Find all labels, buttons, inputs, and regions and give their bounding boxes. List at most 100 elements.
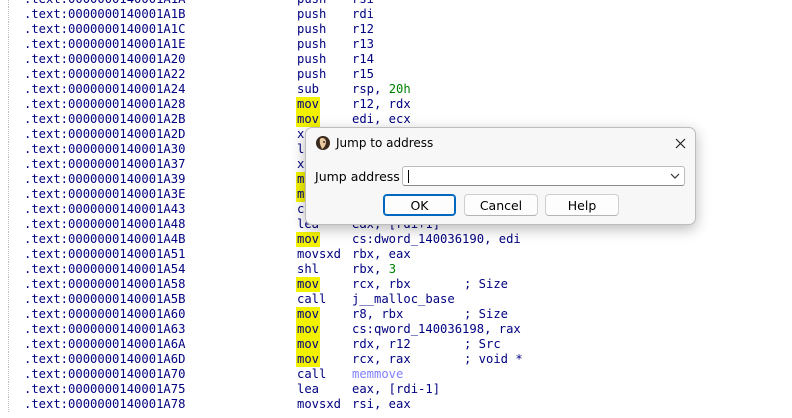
line-operands[interactable]: eax, [rdi-1] [352,382,440,397]
code-line[interactable]: .text:000000014000​1A58 mov rcx, rbx ; Size [0,277,792,292]
operand-number[interactable]: 3 [389,262,396,276]
operand-text[interactable]: r14 [352,52,374,66]
line-mnemonic[interactable]: push [296,52,327,67]
line-mnemonic[interactable]: mov [296,307,321,322]
operand-text[interactable]: rsi, eax [352,397,411,411]
code-line[interactable]: .text:000000014000​1A4B mov cs:dword_14003… [0,232,792,247]
code-line[interactable]: .text:000000014000​1A54 shl rbx, 3 [0,262,792,277]
operand-text[interactable]: r12, rdx [352,97,411,111]
line-mnemonic[interactable]: call [296,367,327,382]
line-address[interactable]: .text:000000014000​1A75 [24,382,185,397]
line-operands[interactable]: r13 [352,37,374,52]
operand-text[interactable]: cs:dword_140036190, edi [352,232,521,246]
operand-text[interactable]: r15 [352,67,374,81]
line-address[interactable]: .text:000000014000​1A43 [24,202,185,217]
line-mnemonic[interactable]: mov [296,352,321,367]
line-mnemonic[interactable]: push [296,37,327,52]
line-operands[interactable]: rsp, 20h [352,82,411,97]
line-address[interactable]: .text:000000014000​1A22 [24,67,185,82]
line-address[interactable]: .text:000000014000​1A30 [24,142,185,157]
line-operands[interactable]: cs:qword_140036198, rax [352,322,521,337]
line-operands[interactable]: rbx, 3 [352,262,396,277]
line-mnemonic[interactable]: push [296,67,327,82]
line-operands[interactable]: j__malloc_base [352,292,455,307]
line-mnemonic[interactable]: mov [296,277,321,292]
code-line[interactable]: .text:000000014000​1A2B mov edi, ecx [0,112,792,127]
operand-text[interactable]: rbx, [352,262,389,276]
chevron-down-icon[interactable] [670,172,680,180]
line-address[interactable]: .text:000000014000​1A58 [24,277,185,292]
operand-text[interactable]: r12 [352,22,374,36]
line-mnemonic[interactable]: push [296,7,327,22]
code-line[interactable]: .text:000000014000​1A63 mov cs:qword_14003… [0,322,792,337]
line-mnemonic[interactable]: shl [296,262,320,277]
code-line[interactable]: .text:000000014000​1A28 mov r12, rdx [0,97,792,112]
line-operands[interactable]: rcx, rax [352,352,411,367]
ok-button[interactable]: OK [383,194,456,216]
line-address[interactable]: .text:000000014000​1A54 [24,262,185,277]
line-address[interactable]: .text:000000014000​1A37 [24,157,185,172]
line-address[interactable]: .text:000000014000​1A4B [24,232,185,247]
code-line[interactable]: .text:000000014000​1A1E push r13 [0,37,792,52]
code-line[interactable]: .text:000000014000​1A24 sub rsp, 20h [0,82,792,97]
line-address[interactable]: .text:000000014000​1A28 [24,97,185,112]
line-address[interactable]: .text:000000014000​1A6D [24,352,185,367]
code-line[interactable]: .text:000000014000​1A60 mov r8, rbx ; Size [0,307,792,322]
line-address[interactable]: .text:000000014000​1A20 [24,52,185,67]
cancel-button[interactable]: Cancel [464,194,538,216]
line-mnemonic[interactable]: movsxd [296,397,342,412]
line-operands[interactable]: r12 [352,22,374,37]
line-address[interactable]: .text:000000014000​1A60 [24,307,185,322]
operand-text[interactable]: j__malloc_base [352,292,455,306]
line-mnemonic[interactable]: push [296,0,327,7]
code-line[interactable]: .text:000000014000​1A6A mov rdx, r12 ; Src [0,337,792,352]
line-address[interactable]: .text:000000014000​1A1A [24,0,185,7]
line-address[interactable]: .text:000000014000​1A70 [24,367,185,382]
operand-text[interactable]: rbx, eax [352,247,411,261]
operand-text[interactable]: r13 [352,37,374,51]
code-line[interactable]: .text:000000014000​1A78 movsxd rsi, eax [0,397,792,412]
line-address[interactable]: .text:000000014000​1A63 [24,322,185,337]
line-address[interactable]: .text:000000014000​1A1B [24,7,185,22]
line-operands[interactable]: rdi [352,7,374,22]
line-mnemonic[interactable]: sub [296,82,320,97]
code-line[interactable]: .text:000000014000​1A1B push rdi [0,7,792,22]
line-operands[interactable]: memmove [352,367,403,382]
line-mnemonic[interactable]: mov [296,337,321,352]
code-line[interactable]: .text:000000014000​1A5B call j__malloc_bas… [0,292,792,307]
line-address[interactable]: .text:000000014000​1A2D [24,127,185,142]
line-mnemonic[interactable]: mov [296,232,321,247]
code-line[interactable]: .text:000000014000​1A51 movsxd rbx, eax [0,247,792,262]
code-line[interactable]: .text:000000014000​1A75 lea eax, [rdi-1] [0,382,792,397]
line-address[interactable]: .text:000000014000​1A1E [24,37,185,52]
line-operands[interactable]: rsi, eax [352,397,411,412]
code-line[interactable]: .text:000000014000​1A20 push r14 [0,52,792,67]
line-mnemonic[interactable]: movsxd [296,247,342,262]
line-address[interactable]: .text:000000014000​1A1C [24,22,185,37]
code-line[interactable]: .text:000000014000​1A1A push rsi [0,0,792,7]
code-line[interactable]: .text:000000014000​1A6D mov rcx, rax ; void… [0,352,792,367]
help-button[interactable]: Help [545,194,619,216]
line-operands[interactable]: r14 [352,52,374,67]
line-address[interactable]: .text:000000014000​1A78 [24,397,185,412]
operand-text[interactable]: rdx, r12 [352,337,411,351]
line-address[interactable]: .text:000000014000​1A39 [24,172,185,187]
line-mnemonic[interactable]: push [296,22,327,37]
line-operands[interactable]: r12, rdx [352,97,411,112]
operand-text[interactable]: rdi [352,7,374,21]
line-operands[interactable]: r15 [352,67,374,82]
line-operands[interactable]: edi, ecx [352,112,411,127]
operand-text[interactable]: rsp, [352,82,389,96]
line-mnemonic[interactable]: mov [296,97,321,112]
line-operands[interactable]: r8, rbx [352,307,403,322]
operand-text[interactable]: r8, rbx [352,307,403,321]
dialog-title-bar[interactable]: Jump to address [306,128,695,158]
code-line[interactable]: .text:000000014000​1A22 push r15 [0,67,792,82]
line-mnemonic[interactable]: mov [296,112,321,127]
operand-text[interactable]: rcx, rbx [352,277,411,291]
operand-text[interactable]: edi, ecx [352,112,411,126]
operand-text[interactable]: rsi [352,0,374,6]
line-address[interactable]: .text:000000014000​1A5B [24,292,185,307]
close-button[interactable] [665,128,695,158]
line-address[interactable]: .text:000000014000​1A24 [24,82,185,97]
